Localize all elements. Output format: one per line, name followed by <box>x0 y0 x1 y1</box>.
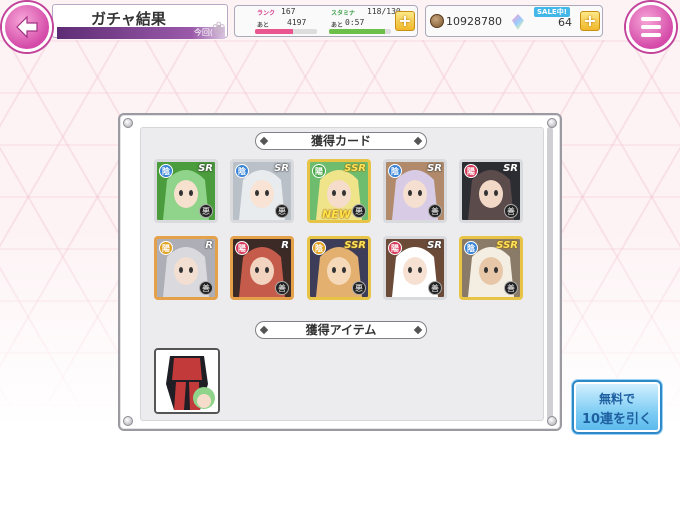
card-attribute-badge: 陽 <box>464 164 478 178</box>
card-attribute-badge: 陽 <box>235 241 249 255</box>
card-attribute-badge: 陰 <box>464 241 478 255</box>
card-rarity-label: SR <box>198 163 213 174</box>
card-school-badge: 悪 <box>275 204 289 218</box>
card-school-badge: 悪 <box>352 204 366 218</box>
card-rarity-label: SR <box>427 163 442 174</box>
result-scrollbar[interactable] <box>547 127 553 421</box>
rank-next-value: 4197 <box>287 18 307 27</box>
items-section-label: 獲得アイテム <box>255 321 427 339</box>
card-school-badge: 善 <box>275 281 289 295</box>
stamina-progress-fill <box>329 29 386 34</box>
free-button-line1: 無料で <box>598 392 635 406</box>
card-rarity-label: SR <box>427 240 442 251</box>
stamina-progress-bar <box>329 29 391 34</box>
flower-ornament-icon: ❀ <box>212 18 226 37</box>
buy-gems-button[interactable]: + <box>580 11 600 31</box>
free-button-line2: 10連を引く <box>581 412 653 427</box>
card-attribute-badge: 陽 <box>312 164 326 178</box>
menu-button[interactable] <box>626 2 676 52</box>
card-attribute-badge: 陰 <box>388 164 402 178</box>
card-attribute-badge: 陰 <box>312 241 326 255</box>
card-rarity-label: SR <box>274 163 289 174</box>
card-8[interactable]: 陰 SSR 悪 <box>307 236 371 300</box>
scroll-thumb[interactable] <box>547 127 553 421</box>
back-arrow-icon <box>16 15 38 39</box>
menu-icon-line <box>641 25 661 29</box>
back-button[interactable] <box>2 2 52 52</box>
card-rarity-label: R <box>281 240 289 251</box>
rank-progress-fill <box>255 29 294 34</box>
card-7[interactable]: 陽 R 善 <box>230 236 294 300</box>
card-9[interactable]: 陽 SR 善 <box>383 236 447 300</box>
card-school-badge: 善 <box>428 281 442 295</box>
card-6[interactable]: 陽 R 善 <box>154 236 218 300</box>
cards-section-label: 獲得カード <box>255 132 427 150</box>
currency-status: 10928780 SALE中! 64 + <box>425 5 603 37</box>
rank-next-label: あと <box>257 22 270 29</box>
card-1[interactable]: 陰 SR 悪 <box>154 159 218 223</box>
card-rarity-label: R <box>205 240 213 251</box>
top-bar: ガチャ結果 今回( ❀ ランク 167 あと 4197 スタミナ 118/130… <box>0 0 680 52</box>
title-subtitle: 今回( <box>193 28 213 37</box>
card-rarity-label: SR <box>503 163 518 174</box>
free-10-pull-button[interactable]: 無料で 10連を引く <box>572 380 662 434</box>
corner-rivet <box>123 118 133 128</box>
card-school-badge: 悪 <box>352 281 366 295</box>
stamina-next-value: 0:57 <box>345 18 365 27</box>
title-plate: ガチャ結果 今回( <box>52 4 228 39</box>
card-4[interactable]: 陰 SR 善 <box>383 159 447 223</box>
card-school-badge: 善 <box>199 281 213 295</box>
card-5[interactable]: 陽 SR 善 <box>459 159 523 223</box>
item-art <box>156 350 218 412</box>
card-school-badge: 善 <box>504 281 518 295</box>
gem-count: 64 <box>558 16 572 29</box>
corner-rivet <box>123 416 133 426</box>
card-attribute-badge: 陽 <box>159 241 173 255</box>
rank-value: 167 <box>281 7 296 16</box>
card-attribute-badge: 陽 <box>388 241 402 255</box>
stamina-recover-button[interactable]: + <box>395 11 415 31</box>
card-school-badge: 善 <box>428 204 442 218</box>
corner-rivet <box>547 118 557 128</box>
card-rarity-label: SSR <box>344 163 366 174</box>
coin-icon <box>430 14 444 28</box>
menu-icon-line <box>641 33 661 37</box>
card-school-badge: 善 <box>504 204 518 218</box>
coin-count: 10928780 <box>446 15 502 28</box>
card-attribute-badge: 陰 <box>235 164 249 178</box>
player-status: ランク 167 あと 4197 スタミナ 118/130 あと 0:57 + <box>234 5 418 37</box>
card-3[interactable]: 陽 SSR 悪 NEW <box>307 159 371 223</box>
card-rarity-label: SSR <box>496 240 518 251</box>
card-attribute-badge: 陰 <box>159 164 173 178</box>
rank-progress-bar <box>255 29 317 34</box>
stamina-next-label: あと <box>331 22 344 29</box>
card-2[interactable]: 陰 SR 悪 <box>230 159 294 223</box>
card-10[interactable]: 陰 SSR 善 <box>459 236 523 300</box>
gem-icon <box>512 14 524 30</box>
page-title: ガチャ結果 <box>91 10 166 28</box>
card-rarity-label: SSR <box>344 240 366 251</box>
stamina-label: スタミナ <box>331 10 356 17</box>
corner-rivet <box>547 416 557 426</box>
rank-label: ランク <box>257 10 276 17</box>
menu-icon <box>641 17 661 21</box>
card-new-label: NEW <box>322 208 351 221</box>
card-school-badge: 悪 <box>199 204 213 218</box>
item-reward[interactable] <box>154 348 220 414</box>
